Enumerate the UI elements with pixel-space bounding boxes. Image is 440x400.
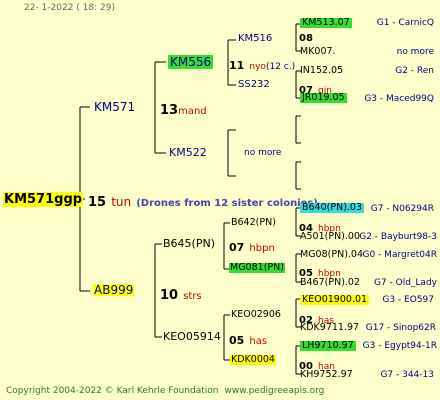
pedigree-chart: 22- 1-2022 ( 18: 29) Copyright 2004-2022… bbox=[0, 0, 440, 400]
dam-queen[interactable]: AB999 bbox=[93, 284, 135, 296]
root-unit: tun bbox=[111, 195, 132, 209]
sire-sire-unit: nyo bbox=[249, 62, 266, 72]
website-link[interactable]: www.pedigreeapis.org bbox=[224, 386, 324, 396]
date-stamp: 22- 1-2022 ( 18: 29) bbox=[24, 3, 115, 13]
dam-count: 10 bbox=[160, 288, 179, 303]
root-summary: 15 tun (Drones from 12 sister colonies) bbox=[88, 193, 318, 209]
gen3-kdk0004[interactable]: KDK0004 bbox=[230, 355, 276, 365]
dam-sire-summary: 07 hbpn bbox=[229, 238, 275, 254]
leaf-in152[interactable]: IN152.05 bbox=[300, 66, 343, 76]
leaf-lh9710[interactable]: LH9710.97 bbox=[300, 341, 356, 351]
src-b640: G7 - N06294R bbox=[370, 204, 434, 214]
leaf-km513[interactable]: KM513.07 bbox=[300, 18, 352, 28]
sire-queen[interactable]: KM571 bbox=[94, 101, 135, 113]
leaf-kdk9711[interactable]: KDK9711.97 bbox=[300, 323, 359, 333]
dam-sire-count: 07 bbox=[229, 241, 245, 254]
sire-unit: mand bbox=[178, 106, 207, 117]
gen3-ss232[interactable]: SS232 bbox=[238, 80, 270, 90]
footer: Copyright 2004-2022 © Karl Kehrle Founda… bbox=[6, 387, 330, 396]
dam-dam-count: 05 bbox=[229, 334, 245, 347]
dam-summary: 10 strs bbox=[160, 286, 202, 302]
leaf-mg08[interactable]: MG08(PN).04 bbox=[300, 250, 363, 260]
gen3-km516-count: 08 bbox=[299, 33, 313, 44]
leaf-b640[interactable]: B640(PN).03 bbox=[300, 203, 365, 213]
root-queen[interactable]: KM571ggp bbox=[3, 192, 84, 207]
gen3-km516[interactable]: KM516 bbox=[238, 34, 272, 44]
dam-dam-unit: has bbox=[249, 336, 268, 347]
dam-sire-unit: hbpn bbox=[249, 243, 275, 254]
src-jr019: G3 - Maced99Q bbox=[364, 94, 434, 104]
gen3-b642[interactable]: B642(PN) bbox=[231, 218, 276, 228]
sire-sire-summary: 11 nyo(12 c.) bbox=[229, 56, 295, 72]
leaf-b467[interactable]: B467(PN).02 bbox=[300, 278, 360, 288]
src-km513: G1 - CarnicQ bbox=[376, 18, 434, 28]
sire-summary: 13mand bbox=[160, 101, 207, 117]
copyright-text: Copyright 2004-2022 © Karl Kehrle Founda… bbox=[6, 386, 219, 396]
src-mk007: no more bbox=[396, 47, 434, 57]
leaf-jr019[interactable]: JR019.05 bbox=[300, 93, 347, 103]
sire-dam-queen[interactable]: KM522 bbox=[169, 147, 207, 158]
sire-sire-count: 11 bbox=[229, 59, 245, 72]
dam-sire-queen[interactable]: B645(PN) bbox=[163, 238, 215, 249]
src-kh9752: G7 - 344-13 bbox=[380, 370, 434, 380]
leaf-kh9752[interactable]: KH9752.97 bbox=[300, 370, 353, 380]
sire-sire-note: (12 c.) bbox=[265, 62, 296, 72]
dam-dam-summary: 05 has bbox=[229, 331, 267, 347]
src-lh9710: G3 - Egypt94-1R bbox=[362, 341, 437, 351]
src-b467: G7 - Old_Lady bbox=[373, 278, 437, 288]
sire-count: 13 bbox=[160, 103, 179, 118]
sire-sire-queen[interactable]: KM556 bbox=[168, 55, 214, 69]
dam-unit: strs bbox=[183, 291, 202, 302]
root-count: 15 bbox=[88, 195, 107, 210]
src-keo01900: G3 - EO597 bbox=[382, 295, 434, 305]
dam-dam-queen[interactable]: KEO05914 bbox=[163, 331, 221, 342]
src-kdk9711: G17 - Sinop62R bbox=[365, 323, 436, 333]
root-note: (Drones from 12 sister colonies) bbox=[136, 198, 318, 209]
src-a501: G2 - Bayburt98-3 bbox=[359, 232, 437, 242]
src-mg08: G0 - Margret04R bbox=[362, 250, 437, 260]
leaf-mk007[interactable]: MK007. bbox=[300, 47, 336, 57]
leaf-a501[interactable]: A501(PN).00 bbox=[300, 232, 360, 242]
gen3-mg081[interactable]: MG081(PN) bbox=[229, 263, 285, 273]
sire-dam-nomore: no more bbox=[244, 148, 282, 158]
src-in152: G2 - Ren bbox=[395, 66, 434, 76]
leaf-keo01900[interactable]: KEO01900.01 bbox=[300, 295, 370, 305]
gen3-keo02906[interactable]: KEO02906 bbox=[231, 310, 281, 320]
